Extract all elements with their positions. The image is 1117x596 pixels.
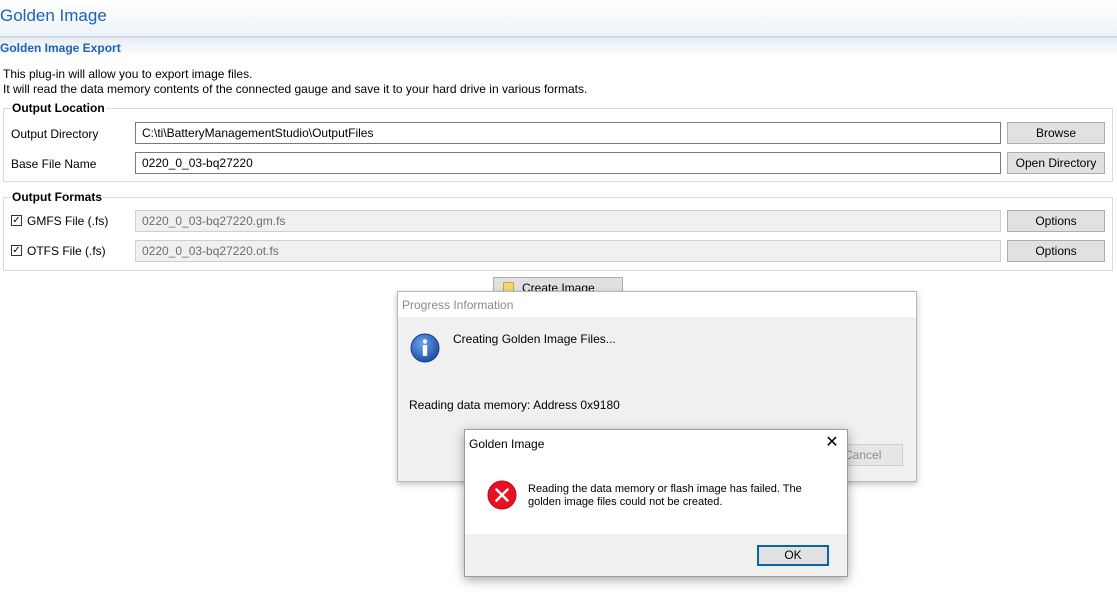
otfs-options-button[interactable]: Options	[1007, 240, 1105, 262]
gmfs-file-input: 0220_0_03-bq27220.gm.fs	[135, 210, 1001, 232]
browse-button[interactable]: Browse	[1007, 122, 1105, 144]
open-directory-button[interactable]: Open Directory	[1007, 152, 1105, 174]
progress-dialog-title: Progress Information	[402, 298, 514, 312]
title-bar	[0, 0, 1117, 37]
output-location-title: Output Location	[11, 101, 106, 115]
section-title: Golden Image Export	[0, 41, 121, 55]
progress-status: Reading data memory: Address 0x9180	[409, 398, 620, 412]
error-icon	[487, 480, 517, 510]
error-dialog: Golden Image ✕ Reading the data memory o…	[464, 429, 848, 577]
progress-heading: Creating Golden Image Files...	[453, 332, 616, 346]
checkmark-icon: ✓	[12, 215, 21, 226]
otfs-label: OTFS File (.fs)	[27, 244, 106, 258]
description-line-2: It will read the data memory contents of…	[3, 82, 588, 96]
otfs-checkbox[interactable]: ✓	[11, 245, 22, 256]
description-line-1: This plug-in will allow you to export im…	[3, 67, 253, 81]
output-directory-input[interactable]: C:\ti\BatteryManagementStudio\OutputFile…	[135, 122, 1001, 144]
gmfs-checkbox[interactable]: ✓	[11, 215, 22, 226]
ok-button[interactable]: OK	[757, 545, 829, 566]
gmfs-options-button[interactable]: Options	[1007, 210, 1105, 232]
app-title: Golden Image	[0, 6, 107, 25]
otfs-file-input: 0220_0_03-bq27220.ot.fs	[135, 240, 1001, 262]
gmfs-label: GMFS File (.fs)	[27, 214, 109, 228]
output-formats-title: Output Formats	[11, 190, 103, 204]
info-icon	[410, 333, 440, 363]
output-directory-label: Output Directory	[11, 127, 99, 141]
section-header-bar	[0, 37, 1117, 58]
base-file-name-input[interactable]: 0220_0_03-bq27220	[135, 152, 1001, 174]
error-message: Reading the data memory or flash image h…	[528, 483, 802, 508]
base-file-name-label: Base File Name	[11, 157, 97, 171]
checkmark-icon: ✓	[12, 245, 21, 256]
close-icon[interactable]: ✕	[821, 433, 843, 453]
error-dialog-title: Golden Image	[469, 437, 545, 451]
